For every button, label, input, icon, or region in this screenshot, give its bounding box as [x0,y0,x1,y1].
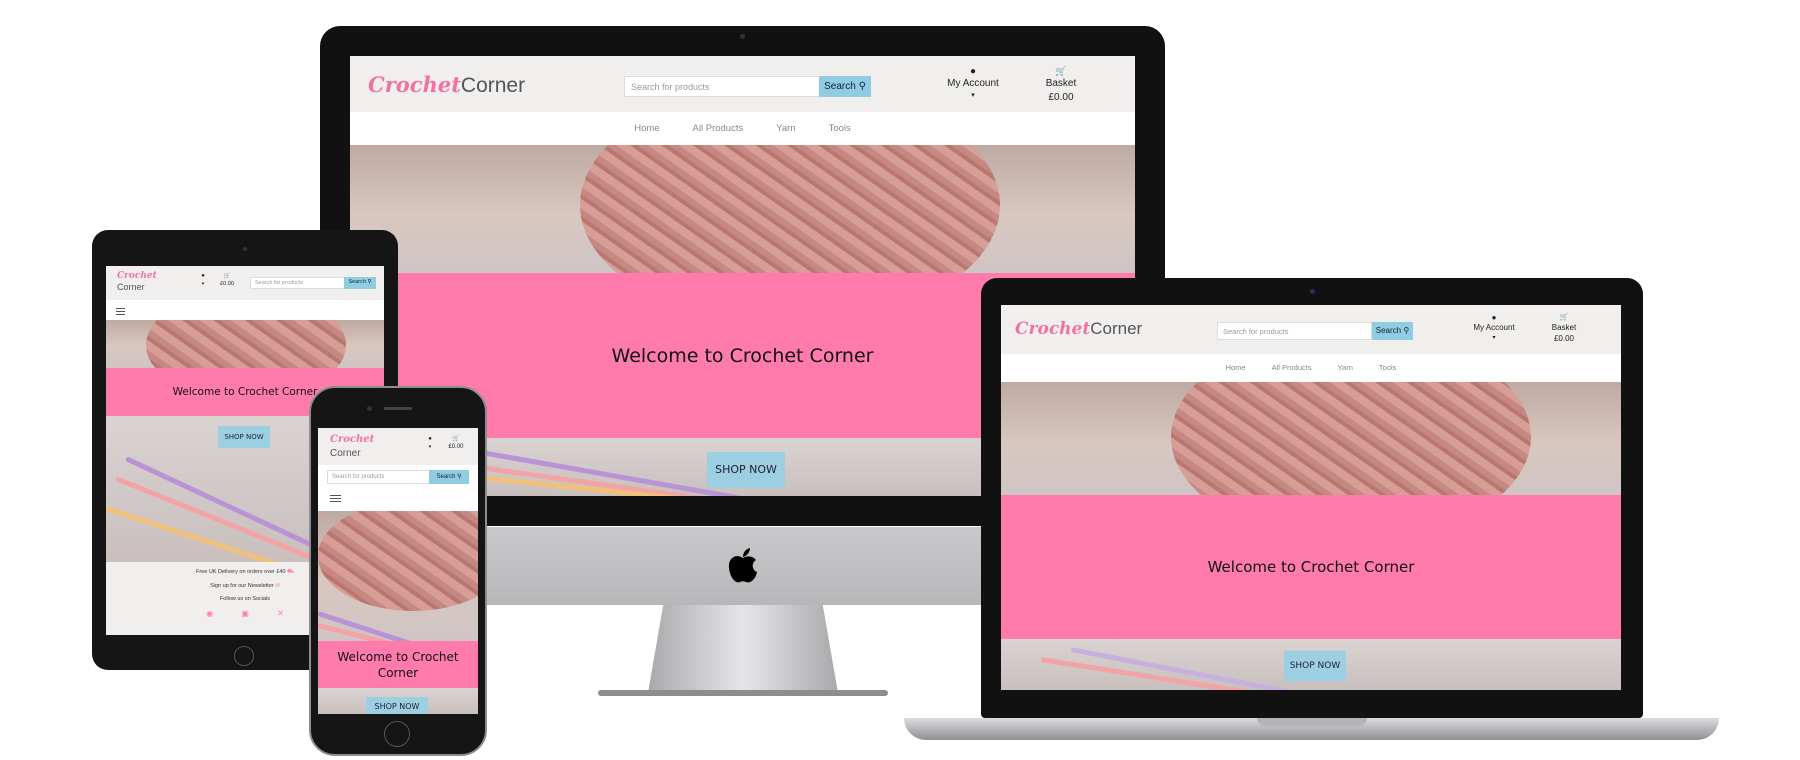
nav-tools[interactable]: Tools [1379,354,1397,382]
site-logo[interactable]: Crochet Corner [330,433,374,461]
shop-now-button[interactable]: SHOP NOW [707,452,785,488]
x-icon[interactable]: ✕ [277,609,284,618]
search-icon: ⚲ [367,279,372,285]
search-icon: ⚲ [457,474,462,480]
search-button[interactable]: Search ⚲ [344,277,376,289]
nav-yarn[interactable]: Yarn [1338,354,1353,382]
search-button[interactable]: Search ⚲ [1372,322,1413,340]
laptop-notch [1257,718,1367,726]
search-button[interactable]: Search ⚲ [819,76,871,97]
shop-now-button[interactable]: SHOP NOW [366,697,428,714]
nav-all-products[interactable]: All Products [1272,354,1312,382]
facebook-icon[interactable]: ◉ [206,609,213,618]
hero-welcome-banner: Welcome to Crochet Corner [318,641,478,688]
basket-icon: 🛒 [223,273,231,279]
site-header: CrochetCorner Search for products Search… [1001,305,1621,354]
search-icon: ⚲ [1403,326,1410,335]
monitor-camera [740,34,745,39]
basket-link[interactable]: 🛒 Basket £0.00 [1033,66,1089,105]
account-icon: ● [428,436,432,442]
basket-icon: 🛒 [1559,314,1569,321]
nav-home[interactable]: Home [1226,354,1246,382]
chevron-down-icon: ▾ [1492,335,1496,341]
monitor-base [598,690,888,696]
hamburger-menu-icon[interactable] [116,306,125,317]
shop-now-button[interactable]: SHOP NOW [1284,651,1346,681]
site-logo[interactable]: CrochetCorner [368,72,525,98]
delivery-truck-icon: ⛟ [287,569,295,575]
nav-home[interactable]: Home [634,112,659,145]
laptop-camera [1310,289,1315,294]
basket-link[interactable]: 🛒 £0.00 [214,272,240,288]
site-logo[interactable]: CrochetCorner [1015,319,1142,339]
chevron-down-icon: ▾ [428,444,432,450]
my-account-menu[interactable]: ● ▾ [195,272,211,288]
laptop-site: CrochetCorner Search for products Search… [1001,305,1621,690]
main-nav: Home All Products Yarn Tools [350,112,1135,145]
chevron-down-icon: ▾ [971,92,975,99]
hero-image-yarn [318,511,478,641]
nav-tools[interactable]: Tools [829,112,851,145]
chevron-down-icon: ▾ [201,281,205,287]
shop-now-button[interactable]: SHOP NOW [218,426,270,448]
nav-yarn[interactable]: Yarn [776,112,795,145]
phone-home-button [384,721,410,747]
account-icon: ● [969,66,977,77]
hero-image-yarn [106,320,384,368]
site-logo[interactable]: Crochet Corner [117,271,157,293]
site-header: Crochet Corner ● ▾ 🛒 £0.00 [318,428,478,465]
basket-link[interactable]: 🛒 £0.00 [443,435,469,451]
basket-icon: 🛒 [1055,66,1067,76]
envelope-icon: ✉ [275,583,280,589]
instagram-icon[interactable]: ▣ [241,609,249,618]
search-input[interactable]: Search for products [624,76,820,97]
welcome-heading: Welcome to Crochet Corner [337,649,459,680]
hamburger-menu-icon[interactable] [330,493,341,504]
welcome-heading: Welcome to Crochet Corner [611,344,874,367]
basket-link[interactable]: 🛒 Basket £0.00 [1541,313,1587,344]
hero-image-yarn [1001,382,1621,495]
search-input[interactable]: Search for products [1217,322,1372,340]
phone-speaker [384,407,412,410]
phone-camera [367,406,372,411]
search-icon: ⚲ [858,81,866,92]
site-header: Crochet Corner ● ▾ 🛒 £0.00 Search for pr… [106,266,384,300]
search-input[interactable]: Search for products [327,470,434,484]
my-account-menu[interactable]: ● My Account ▾ [938,66,1008,102]
account-icon: ● [1491,313,1497,322]
site-header: CrochetCorner Search for products Search… [350,56,1135,112]
my-account-menu[interactable]: ● ▾ [422,435,438,451]
hero-image-yarn [350,145,1135,273]
apple-logo-icon [726,548,760,584]
search-button[interactable]: Search ⚲ [429,470,469,484]
basket-icon: 🛒 [452,436,460,442]
phone-site: Crochet Corner ● ▾ 🛒 £0.00 Search for pr… [318,428,478,714]
search-input[interactable]: Search for products [250,277,350,289]
my-account-menu[interactable]: ● My Account ▾ [1464,313,1524,343]
nav-all-products[interactable]: All Products [693,112,744,145]
welcome-heading: Welcome to Crochet Corner [1207,558,1415,576]
monitor-stand [648,605,838,693]
account-icon: ● [201,273,205,279]
hero-welcome-banner: Welcome to Crochet Corner [1001,495,1621,639]
tablet-camera [243,247,247,251]
main-nav: Home All Products Yarn Tools [1001,354,1621,382]
welcome-heading: Welcome to Crochet Corner [172,386,318,398]
tablet-home-button [234,646,254,666]
